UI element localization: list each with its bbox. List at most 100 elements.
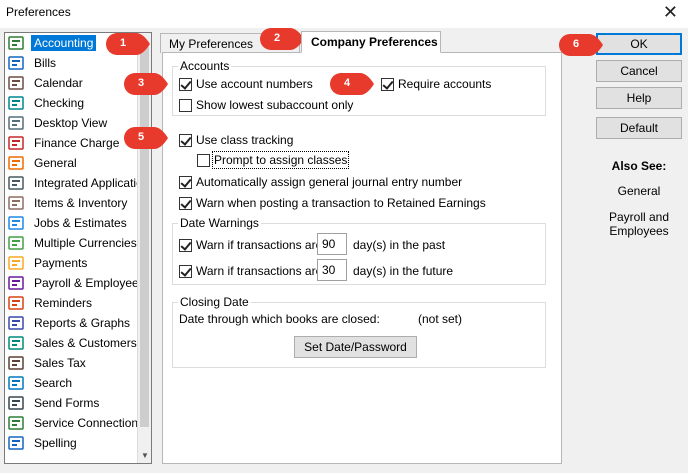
sidebar-item[interactable]: Items & Inventory bbox=[5, 193, 139, 213]
use-class-tracking-checkbox[interactable]: Use class tracking bbox=[179, 133, 293, 147]
callout-number: 4 bbox=[343, 77, 351, 89]
checkbox-checked-icon[interactable] bbox=[179, 133, 192, 147]
close-icon[interactable]: ✕ bbox=[663, 2, 678, 22]
accounts-group-title: Accounts bbox=[178, 59, 232, 73]
checkbox-checked-icon[interactable] bbox=[179, 175, 192, 189]
checkbox-checked-icon[interactable] bbox=[179, 196, 192, 210]
tab-my-preferences-label: My Preferences bbox=[169, 37, 254, 51]
checkbox-unchecked-icon[interactable] bbox=[179, 98, 192, 112]
callout-badge: 1 bbox=[106, 33, 154, 55]
sidebar-item-label: Payroll & Employees bbox=[34, 276, 139, 290]
sidebar-item-label: Sales & Customers bbox=[34, 336, 137, 350]
search-icon bbox=[8, 375, 26, 391]
callout-badge: 6 bbox=[559, 34, 607, 56]
warn-future-checkbox[interactable]: Warn if transactions are bbox=[179, 264, 322, 278]
past-days-input[interactable]: 90 bbox=[317, 233, 347, 255]
items-inventory-icon bbox=[8, 195, 26, 211]
cancel-button[interactable]: Cancel bbox=[596, 60, 682, 82]
default-button[interactable]: Default bbox=[596, 117, 682, 139]
also-see-payroll-link[interactable]: Payroll and Employees bbox=[596, 210, 682, 238]
sidebar-item-label: Service Connection bbox=[34, 416, 139, 430]
use-account-numbers-checkbox[interactable]: Use account numbers bbox=[179, 77, 313, 91]
set-date-password-button[interactable]: Set Date/Password bbox=[294, 336, 417, 358]
also-see-title: Also See: bbox=[611, 159, 667, 173]
checkbox-checked-icon[interactable] bbox=[179, 77, 192, 91]
warn-future-label: Warn if transactions are bbox=[196, 264, 323, 278]
category-items: Accounting Bills Calendar Checking Desktop V… bbox=[5, 33, 139, 453]
company-preferences-panel: Accounts Use account numbers Require acc… bbox=[162, 52, 562, 464]
future-days-input[interactable]: 30 bbox=[317, 259, 347, 281]
callout-number: 3 bbox=[137, 77, 145, 89]
sidebar-item[interactable]: Sales & Customers bbox=[5, 333, 139, 353]
checkbox-checked-icon[interactable] bbox=[179, 264, 192, 278]
callout-number: 2 bbox=[273, 32, 281, 44]
auto-assign-journal-label: Automatically assign general journal ent… bbox=[196, 175, 463, 189]
sidebar-item[interactable]: Spelling bbox=[5, 433, 139, 453]
sidebar-item[interactable]: Payments bbox=[5, 253, 139, 273]
scroll-thumb[interactable] bbox=[140, 47, 149, 427]
sidebar-item[interactable]: Service Connection bbox=[5, 413, 139, 433]
sales-customers-icon bbox=[8, 335, 26, 351]
callout-number: 6 bbox=[572, 38, 580, 50]
sidebar-item-label: Reports & Graphs bbox=[34, 316, 131, 330]
sidebar-item-label: Reminders bbox=[34, 296, 93, 310]
auto-assign-journal-checkbox[interactable]: Automatically assign general journal ent… bbox=[179, 175, 462, 189]
checkbox-checked-icon[interactable] bbox=[179, 238, 192, 252]
sidebar-item[interactable]: Multiple Currencies bbox=[5, 233, 139, 253]
sidebar-item[interactable]: Sales Tax bbox=[5, 353, 139, 373]
sidebar-item[interactable]: Send Forms bbox=[5, 393, 139, 413]
sidebar-item[interactable]: Checking bbox=[5, 93, 139, 113]
scroll-down-icon[interactable]: ▼ bbox=[138, 449, 151, 463]
sidebar-item[interactable]: Payroll & Employees bbox=[5, 273, 139, 293]
sidebar-item[interactable]: Bills bbox=[5, 53, 139, 73]
warn-past-checkbox[interactable]: Warn if transactions are bbox=[179, 238, 322, 252]
sidebar-item-label: Calendar bbox=[34, 76, 83, 90]
closing-date-title: Closing Date bbox=[178, 295, 251, 309]
require-accounts-label: Require accounts bbox=[398, 77, 492, 91]
sidebar-item[interactable]: Jobs & Estimates bbox=[5, 213, 139, 233]
future-days-suffix: day(s) in the future bbox=[353, 264, 454, 278]
use-class-tracking-label: Use class tracking bbox=[196, 133, 294, 147]
category-list[interactable]: Accounting Bills Calendar Checking Desktop V… bbox=[4, 32, 152, 464]
sidebar-item[interactable]: Reports & Graphs bbox=[5, 313, 139, 333]
require-accounts-checkbox[interactable]: Require accounts bbox=[381, 77, 491, 91]
prompt-assign-classes-checkbox[interactable]: Prompt to assign classes bbox=[197, 151, 350, 169]
checking-icon bbox=[8, 95, 26, 111]
tab-company-preferences[interactable]: Company Preferences bbox=[301, 31, 441, 53]
send-forms-icon bbox=[8, 395, 26, 411]
sidebar-item-label: Bills bbox=[34, 56, 57, 70]
sidebar-item-label: Checking bbox=[34, 96, 85, 110]
sidebar-item[interactable]: General bbox=[5, 153, 139, 173]
integrated-applications-icon bbox=[8, 175, 26, 191]
prompt-assign-classes-label: Prompt to assign classes bbox=[211, 151, 350, 169]
spelling-icon bbox=[8, 435, 26, 451]
sidebar-item[interactable]: Search bbox=[5, 373, 139, 393]
warn-retained-earnings-checkbox[interactable]: Warn when posting a transaction to Retai… bbox=[179, 196, 486, 210]
title-bar: Preferences ✕ bbox=[0, 0, 688, 28]
warn-retained-earnings-label: Warn when posting a transaction to Retai… bbox=[196, 196, 486, 210]
show-lowest-subaccount-checkbox[interactable]: Show lowest subaccount only bbox=[179, 98, 353, 112]
sidebar-item[interactable]: Integrated Applicatio bbox=[5, 173, 139, 193]
sidebar-item-label: Sales Tax bbox=[34, 356, 86, 370]
checkbox-checked-icon[interactable] bbox=[381, 77, 394, 91]
callout-number: 5 bbox=[137, 131, 145, 143]
use-account-numbers-label: Use account numbers bbox=[196, 77, 313, 91]
reports-graphs-icon bbox=[8, 315, 26, 331]
sidebar-item[interactable]: Finance Charge bbox=[5, 133, 139, 153]
callout-number: 1 bbox=[119, 37, 127, 49]
general-icon bbox=[8, 155, 26, 171]
also-see-general-link[interactable]: General bbox=[596, 184, 682, 198]
help-button[interactable]: Help bbox=[596, 87, 682, 109]
payments-icon bbox=[8, 255, 26, 271]
ok-button[interactable]: OK bbox=[596, 33, 682, 55]
category-scrollbar[interactable]: ▲ ▼ bbox=[137, 33, 151, 463]
sidebar-item[interactable]: Desktop View bbox=[5, 113, 139, 133]
sidebar-item-label: Payments bbox=[34, 256, 88, 270]
multiple-currencies-icon bbox=[8, 235, 26, 251]
closing-date-label: Date through which books are closed: bbox=[179, 312, 380, 326]
sidebar-item[interactable]: Reminders bbox=[5, 293, 139, 313]
sidebar-item[interactable]: Calendar bbox=[5, 73, 139, 93]
reminders-icon bbox=[8, 295, 26, 311]
calendar-icon bbox=[8, 75, 26, 91]
checkbox-unchecked-icon[interactable] bbox=[197, 153, 210, 167]
